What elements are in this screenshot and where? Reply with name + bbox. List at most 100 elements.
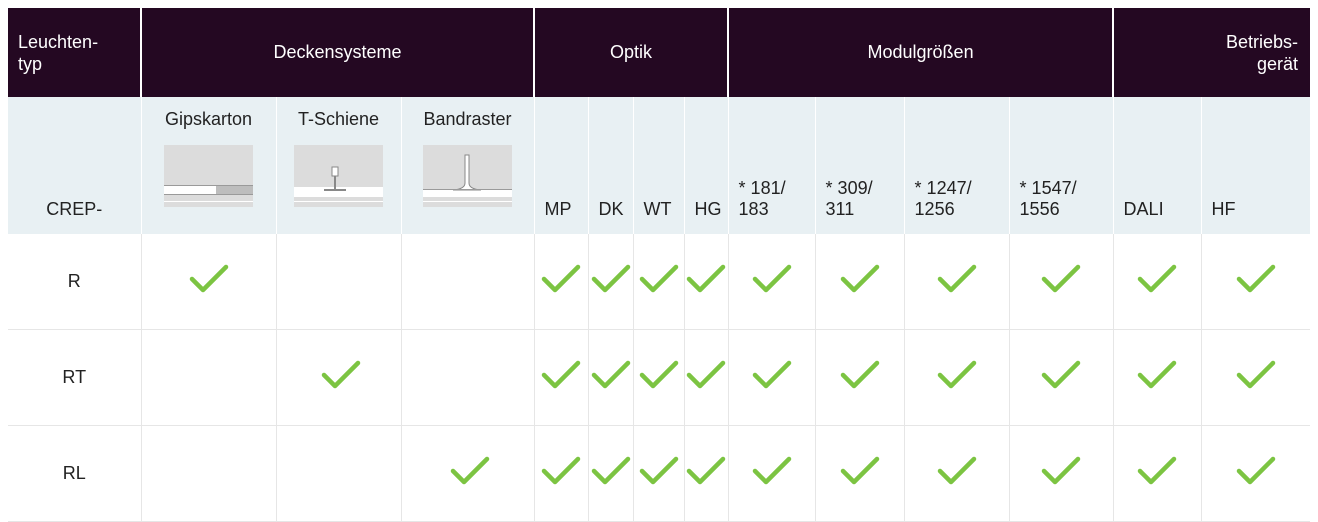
check-icon	[541, 456, 581, 486]
check-icon	[752, 360, 792, 390]
table-cell	[1201, 329, 1311, 426]
check-icon	[1137, 360, 1177, 390]
check-icon	[591, 264, 631, 294]
table-cell	[815, 234, 905, 330]
table-cell	[684, 234, 729, 330]
table-cell	[1009, 425, 1114, 522]
table-cell	[904, 329, 1010, 426]
table-cell	[276, 234, 402, 330]
check-icon	[840, 360, 880, 390]
sub-header-modul-309: * 309/ 311	[815, 97, 905, 234]
table-cell	[728, 329, 816, 426]
row-type-label: RT	[8, 329, 142, 426]
sub-header-hg: HG	[684, 97, 729, 234]
modul-1247-label: * 1247/ 1256	[914, 178, 972, 219]
header-deckensysteme: Deckensysteme	[141, 8, 536, 97]
check-icon	[686, 264, 726, 294]
check-icon	[686, 456, 726, 486]
check-icon	[541, 360, 581, 390]
table-cell	[633, 329, 685, 426]
table-cell	[588, 234, 634, 330]
table-body: R RT RL	[8, 234, 1311, 522]
table-cell	[276, 425, 402, 522]
table-cell	[633, 425, 685, 522]
modul-1547-label: * 1547/ 1556	[1019, 178, 1077, 219]
check-icon	[840, 264, 880, 294]
check-icon	[937, 360, 977, 390]
sub-header-wt: WT	[633, 97, 685, 234]
row-type-label: RL	[8, 425, 142, 522]
table-cell	[815, 329, 905, 426]
check-icon	[541, 264, 581, 294]
group-header-row: Leuchten- typ Deckensysteme Optik Modulg…	[8, 8, 1311, 97]
check-icon	[1041, 360, 1081, 390]
table-cell	[684, 329, 729, 426]
check-icon	[639, 456, 679, 486]
table-cell	[904, 234, 1010, 330]
sub-header-prefix: CREP-	[8, 97, 142, 234]
check-icon	[1041, 264, 1081, 294]
header-leuchtentyp-label: Leuchten- typ	[18, 31, 99, 74]
check-icon	[450, 456, 490, 486]
table-cell	[815, 425, 905, 522]
table-cell	[633, 234, 685, 330]
table-cell	[141, 425, 277, 522]
bandraster-illustration	[423, 145, 513, 207]
table-cell	[141, 234, 277, 330]
check-icon	[1236, 456, 1276, 486]
check-icon	[1236, 264, 1276, 294]
table-cell	[728, 425, 816, 522]
modul-309-label: * 309/ 311	[825, 178, 873, 219]
table-cell	[401, 425, 535, 522]
sub-header-modul-1547: * 1547/ 1556	[1009, 97, 1114, 234]
table-cell	[534, 329, 589, 426]
bandraster-label: Bandraster	[423, 109, 512, 129]
table-cell	[1201, 425, 1311, 522]
sub-header-row: CREP- Gipskarton T-Schiene Bandraster MP…	[8, 97, 1311, 234]
sub-header-dk: DK	[588, 97, 634, 234]
header-optik: Optik	[534, 8, 730, 97]
check-icon	[591, 456, 631, 486]
sub-header-modul-181: * 181/ 183	[728, 97, 816, 234]
table-cell	[1009, 234, 1114, 330]
check-icon	[937, 456, 977, 486]
table-cell	[1113, 425, 1202, 522]
header-betriebsgeraet: Betriebs- gerät	[1113, 8, 1311, 97]
modul-181-label: * 181/ 183	[738, 178, 786, 219]
sub-header-bandraster: Bandraster	[401, 97, 535, 234]
table-row: R	[8, 234, 1311, 330]
table-cell	[276, 329, 402, 426]
check-icon	[1137, 456, 1177, 486]
table-cell	[588, 425, 634, 522]
check-icon	[1137, 264, 1177, 294]
table-cell	[1113, 234, 1202, 330]
table-cell	[728, 234, 816, 330]
table-row: RL	[8, 425, 1311, 522]
check-icon	[752, 264, 792, 294]
sub-header-dali: DALI	[1113, 97, 1202, 234]
gipskarton-illustration	[164, 145, 253, 207]
check-icon	[321, 360, 361, 390]
sub-header-gipskarton: Gipskarton	[141, 97, 277, 234]
sub-header-mp: MP	[534, 97, 589, 234]
table-cell	[534, 425, 589, 522]
table-cell	[1113, 329, 1202, 426]
sub-header-hf: HF	[1201, 97, 1311, 234]
header-betriebsgeraet-label: Betriebs- gerät	[1226, 31, 1299, 74]
product-table-wrapper: Leuchten- typ Deckensysteme Optik Modulg…	[8, 8, 1311, 522]
table-cell	[141, 329, 277, 426]
table-cell	[684, 425, 729, 522]
gipskarton-label: Gipskarton	[164, 109, 253, 129]
table-cell	[1009, 329, 1114, 426]
tschiene-illustration	[294, 145, 383, 207]
check-icon	[1236, 360, 1276, 390]
header-leuchtentyp: Leuchten- typ	[8, 8, 142, 97]
table-cell	[904, 425, 1010, 522]
sub-header-tschiene: T-Schiene	[276, 97, 402, 234]
check-icon	[189, 264, 229, 294]
table-cell	[401, 234, 535, 330]
sub-header-modul-1247: * 1247/ 1256	[904, 97, 1010, 234]
check-icon	[752, 456, 792, 486]
tschiene-label: T-Schiene	[297, 109, 380, 129]
table-cell	[588, 329, 634, 426]
